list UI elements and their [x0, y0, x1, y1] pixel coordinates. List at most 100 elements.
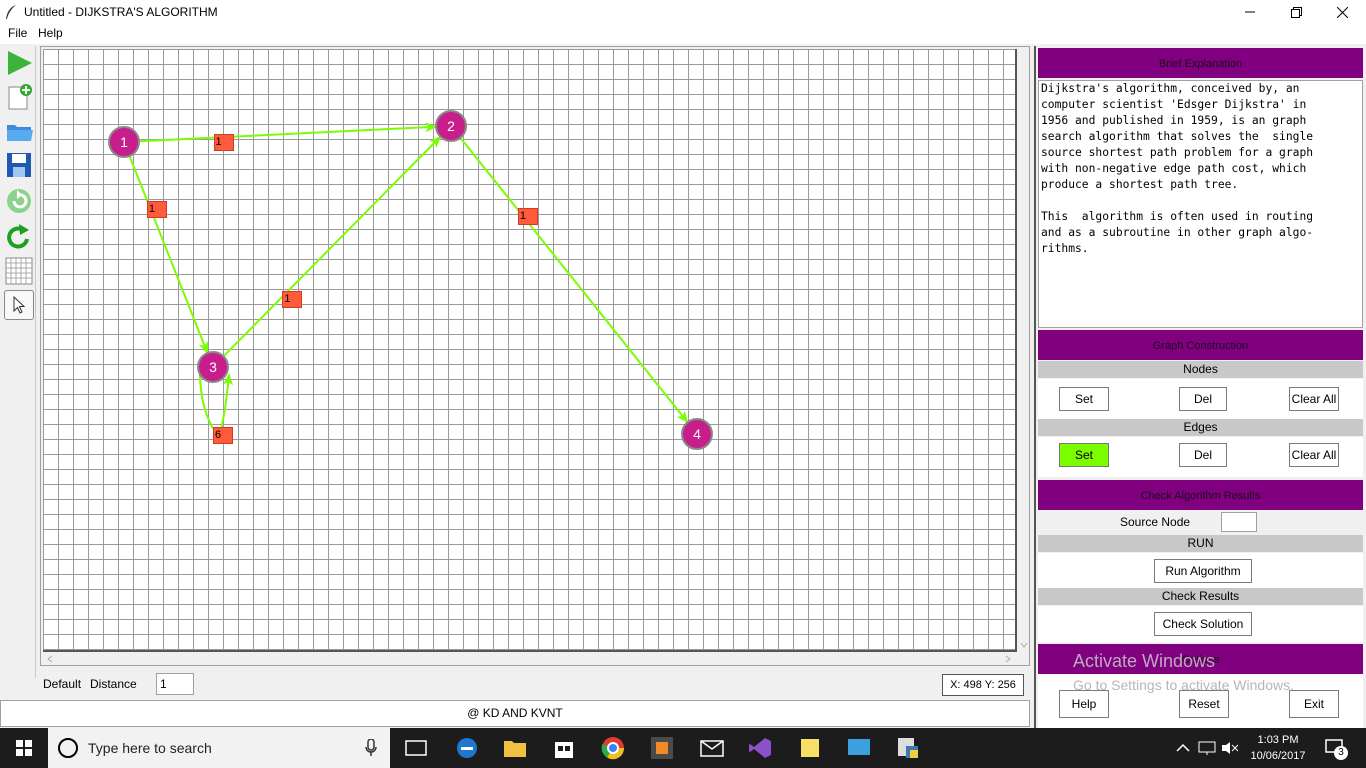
menu-file[interactable]: File [8, 26, 27, 40]
scroll-right-icon [1005, 655, 1011, 663]
graph-canvas[interactable]: 1 2 3 4 1 1 1 1 6 [43, 49, 1017, 652]
node-clear-all-button[interactable]: Clear All [1289, 387, 1339, 411]
desktop-app-icon[interactable] [847, 736, 871, 760]
edge-weight-label-0[interactable]: 1 [213, 133, 234, 151]
graph-node-3[interactable]: 3 [197, 351, 229, 383]
horizontal-scrollbar[interactable] [43, 653, 1023, 665]
distance-label: Distance [90, 677, 137, 691]
edges-subheader: Edges [1038, 419, 1363, 436]
edge-weight-label-4[interactable]: 6 [213, 427, 233, 444]
redo-button[interactable] [4, 222, 34, 252]
vertical-scrollbar[interactable] [1019, 49, 1029, 653]
check-subheader: Check Results [1038, 588, 1363, 605]
graph-node-2[interactable]: 2 [435, 110, 467, 142]
edge-weight-label-1[interactable]: 1 [146, 201, 167, 218]
microphone-icon [365, 739, 377, 756]
open-folder-icon [7, 125, 33, 141]
edge-clear-all-button[interactable]: Clear All [1289, 443, 1339, 467]
redo-icon [7, 224, 29, 249]
cortana-icon [58, 738, 78, 758]
distance-input[interactable]: 1 [156, 673, 194, 695]
show-hidden-icons-icon[interactable] [1176, 743, 1190, 753]
edge-1-2[interactable] [138, 122, 438, 143]
minimize-icon [1245, 11, 1255, 13]
clock-time: 1:03 PM [1257, 734, 1299, 746]
volume-muted-icon[interactable] [1221, 741, 1239, 755]
close-button[interactable] [1319, 0, 1365, 24]
undo-button[interactable] [4, 186, 34, 216]
minimize-button[interactable] [1227, 0, 1273, 24]
save-icon [7, 153, 31, 177]
nodes-subheader: Nodes [1038, 361, 1363, 378]
new-graph-button[interactable] [4, 82, 34, 112]
check-results-header: Check Algorithm Results [1038, 480, 1363, 510]
source-node-input[interactable] [1221, 512, 1257, 532]
menu-help[interactable]: Help [38, 26, 63, 40]
edge-browser-icon[interactable] [455, 736, 479, 760]
source-node-row: Source Node [1038, 510, 1363, 534]
canvas-frame: 1 2 3 4 1 1 1 1 6 [40, 46, 1030, 666]
app-feather-icon [6, 5, 16, 19]
network-icon[interactable] [1198, 741, 1216, 755]
run-algorithm-button[interactable]: Run Algorithm [1154, 559, 1252, 583]
sublime-text-icon[interactable] [650, 736, 674, 760]
graph-node-1[interactable]: 1 [108, 126, 140, 158]
edge-3-2[interactable] [222, 135, 442, 358]
restore-button[interactable] [1273, 0, 1319, 24]
close-icon [1336, 6, 1348, 18]
taskbar: Type here to search 1:03 PM 10/06/2017 3 [0, 728, 1366, 768]
run-tool-button[interactable] [4, 48, 34, 78]
help-button[interactable]: Help [1059, 690, 1109, 718]
edge-set-button[interactable]: Set [1059, 443, 1109, 467]
notification-count-badge: 3 [1334, 746, 1348, 760]
task-view-icon[interactable] [404, 736, 428, 760]
status-row: Default Distance 1 X: 498 Y: 256 [40, 672, 1030, 698]
exit-button[interactable]: Exit [1289, 690, 1339, 718]
run-icon [8, 51, 32, 75]
activation-watermark-text: Go to Settings to activate Windows. [1073, 677, 1294, 693]
restore-icon [1290, 6, 1302, 18]
edge-weight-label-2[interactable]: 1 [282, 290, 303, 308]
edges-row: Set Del Clear All [1038, 437, 1363, 477]
edge-del-button[interactable]: Del [1179, 443, 1227, 467]
pointer-icon [13, 296, 26, 314]
system-clock[interactable]: 1:03 PM 10/06/2017 [1245, 732, 1311, 764]
node-set-button[interactable]: Set [1059, 387, 1109, 411]
visual-studio-icon[interactable] [748, 736, 772, 760]
open-button[interactable] [4, 116, 34, 146]
sticky-notes-icon[interactable] [798, 736, 822, 760]
action-center-button[interactable]: 3 [1320, 736, 1350, 762]
mail-icon[interactable] [700, 736, 724, 760]
default-label: Default [43, 677, 82, 691]
window-title: Untitled - DIJKSTRA'S ALGORITHM [24, 5, 218, 19]
edge-2-4[interactable] [459, 137, 689, 424]
edge-1-3[interactable] [128, 155, 209, 354]
node-label: 1 [120, 134, 128, 150]
search-placeholder: Type here to search [88, 740, 212, 756]
save-button[interactable] [4, 150, 34, 180]
file-explorer-icon[interactable] [503, 736, 527, 760]
graph-construction-header: Graph Construction [1038, 330, 1363, 360]
node-label: 4 [693, 426, 701, 442]
check-solution-button[interactable]: Check Solution [1154, 612, 1252, 636]
graph-node-4[interactable]: 4 [681, 418, 713, 450]
node-label: 3 [209, 359, 217, 375]
nodes-row: Set Del Clear All [1038, 379, 1363, 419]
scroll-left-icon [47, 655, 53, 663]
taskbar-search-box[interactable]: Type here to search [48, 728, 390, 768]
windows-icon [16, 740, 32, 756]
grid-toggle-button[interactable] [4, 256, 34, 286]
node-del-button[interactable]: Del [1179, 387, 1227, 411]
scroll-down-icon [1020, 642, 1028, 648]
store-icon[interactable] [552, 736, 576, 760]
start-button[interactable] [0, 728, 48, 768]
chrome-icon[interactable] [601, 736, 625, 760]
reset-button[interactable]: Reset [1179, 690, 1229, 718]
check-row: Check Solution [1038, 606, 1363, 642]
select-tool-button[interactable] [4, 290, 34, 320]
edge-weight-label-3[interactable]: 1 [517, 208, 538, 226]
clock-date: 10/06/2017 [1250, 750, 1306, 762]
python-app-icon[interactable] [896, 736, 920, 760]
right-panel: Brief Explanation Dijkstra's algorithm, … [1034, 46, 1364, 728]
activation-watermark-title: Activate Windows [1073, 651, 1216, 671]
